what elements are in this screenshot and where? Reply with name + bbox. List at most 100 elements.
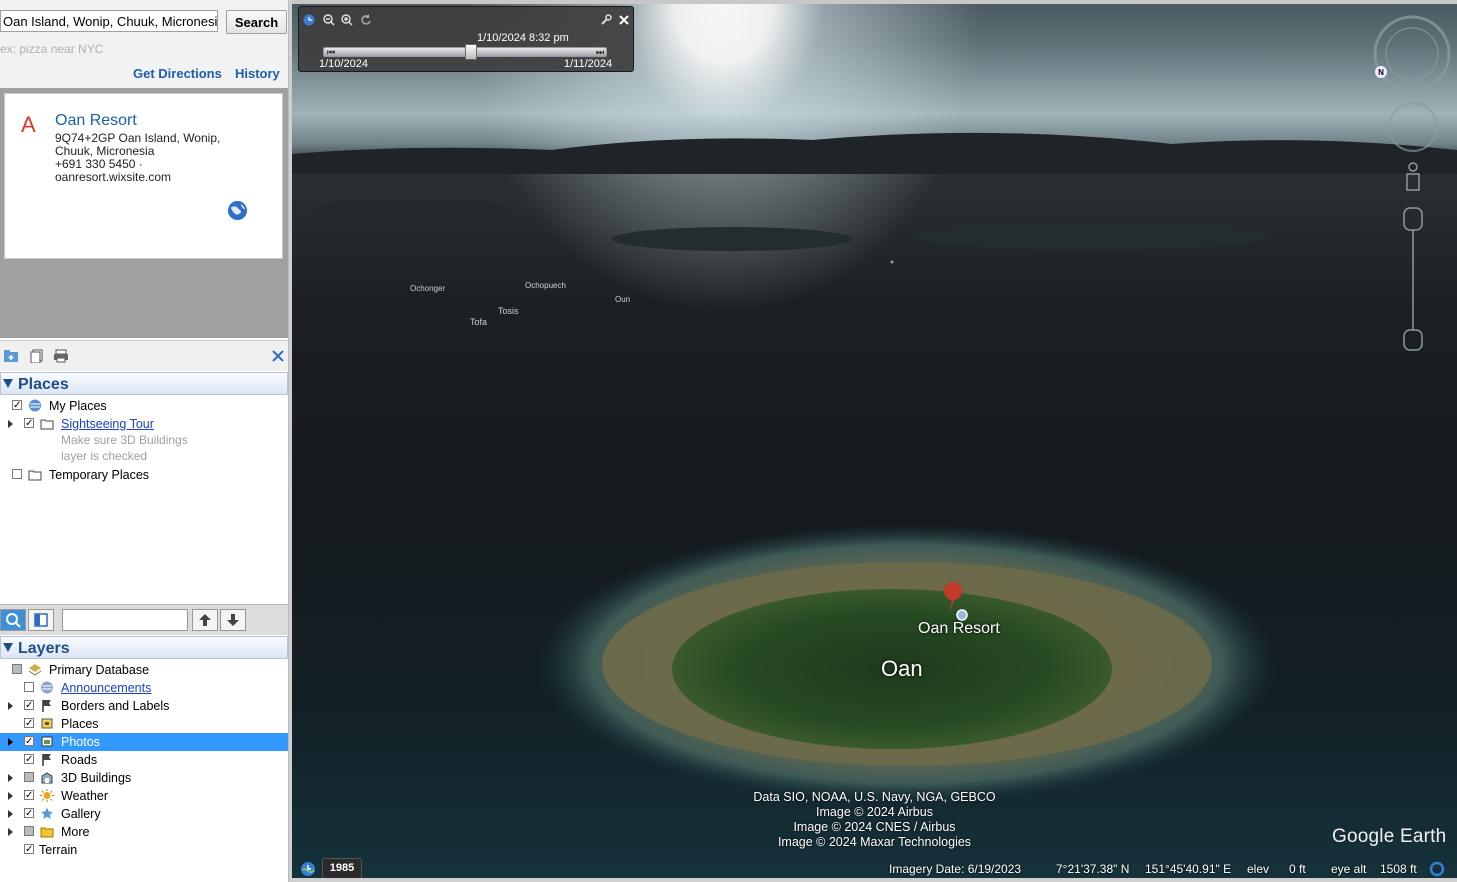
- move-down-button[interactable]: [220, 609, 246, 631]
- expand-arrow-icon[interactable]: [8, 810, 13, 818]
- layer-primary-database[interactable]: Primary Database: [0, 661, 288, 679]
- layer-label: Primary Database: [49, 663, 150, 677]
- map-label-oan-resort[interactable]: Oan Resort: [918, 620, 1000, 638]
- layer-3d-buildings[interactable]: 3D Buildings: [0, 769, 288, 787]
- map-label-oan[interactable]: Oan: [881, 656, 923, 682]
- tree-item-sightseeing-tour[interactable]: ✓ Sightseeing Tour: [0, 415, 288, 433]
- checkbox[interactable]: ✓: [24, 844, 34, 855]
- map-label-ochonger[interactable]: Ochonger: [410, 284, 445, 293]
- pegman-icon[interactable]: [1406, 162, 1420, 191]
- attribution-line: Data SIO, NOAA, U.S. Navy, NGA, GEBCO: [753, 790, 996, 804]
- panel-toggle-button[interactable]: [28, 609, 54, 631]
- map-label-tosis[interactable]: Tosis: [498, 306, 519, 316]
- skip-end-icon[interactable]: ⏭: [596, 47, 604, 58]
- zoom-slider[interactable]: [1403, 207, 1423, 351]
- checkbox[interactable]: [24, 772, 34, 782]
- globe-icon[interactable]: [227, 200, 248, 221]
- arrow-up-icon: [199, 614, 211, 626]
- places-header[interactable]: Places: [0, 372, 288, 395]
- expand-arrow-icon[interactable]: [8, 738, 13, 746]
- compass-ring[interactable]: [1373, 15, 1451, 93]
- places-search-input[interactable]: [62, 609, 188, 631]
- expand-arrow-icon[interactable]: [8, 828, 13, 836]
- result-details: 9Q74+2GP Oan Island, Wonip, Chuuk, Micro…: [55, 132, 220, 184]
- attribution: Data SIO, NOAA, U.S. Navy, NGA, GEBCO Im…: [292, 790, 1457, 850]
- replay-icon[interactable]: [360, 14, 372, 26]
- add-folder-icon[interactable]: [3, 349, 19, 363]
- historical-imagery-icon[interactable]: [300, 861, 316, 877]
- result-website[interactable]: oanresort.wixsite.com: [55, 171, 220, 184]
- layer-more[interactable]: More: [0, 823, 288, 841]
- layer-terrain[interactable]: ✓ Terrain: [0, 841, 288, 859]
- layer-weather[interactable]: ✓ Weather: [0, 787, 288, 805]
- building-icon: [41, 772, 53, 784]
- layers-header[interactable]: Layers: [0, 636, 288, 659]
- wrench-icon[interactable]: [600, 14, 612, 26]
- search-input[interactable]: Oan Island, Wonip, Chuuk, Micronesia: [0, 10, 218, 32]
- clock-icon[interactable]: [303, 14, 315, 26]
- checkbox[interactable]: ✓: [24, 736, 34, 747]
- checkbox[interactable]: ✓: [24, 754, 34, 765]
- zoom-out-icon[interactable]: [323, 14, 335, 26]
- imagery-date: Imagery Date: 6/19/2023: [889, 862, 1022, 876]
- get-directions-link[interactable]: Get Directions: [133, 66, 222, 81]
- look-joystick[interactable]: [1388, 102, 1438, 152]
- checkbox[interactable]: [24, 682, 34, 692]
- map-label-oun[interactable]: Oun: [615, 295, 630, 304]
- checkbox[interactable]: ✓: [24, 700, 34, 711]
- result-marker: A: [21, 112, 36, 137]
- checkbox[interactable]: [24, 826, 34, 836]
- skip-start-icon[interactable]: ⏮: [327, 47, 335, 58]
- copy-icon[interactable]: [29, 349, 45, 363]
- search-mode-button[interactable]: [0, 609, 26, 631]
- expand-arrow-icon[interactable]: [8, 792, 13, 800]
- eye-alt-value: 1508 ft: [1380, 862, 1417, 876]
- map-label-tofa[interactable]: Tofa: [470, 317, 487, 327]
- collapse-triangle-icon[interactable]: [3, 379, 13, 388]
- checkbox[interactable]: ✓: [12, 400, 22, 411]
- tree-item-my-places[interactable]: ✓ My Places: [0, 397, 288, 415]
- checkbox[interactable]: ✓: [24, 418, 34, 429]
- zoom-in-icon[interactable]: [341, 14, 353, 26]
- expand-arrow-icon[interactable]: [8, 420, 13, 428]
- checkbox[interactable]: ✓: [24, 718, 34, 729]
- collapse-triangle-icon[interactable]: [3, 643, 13, 652]
- checkbox[interactable]: ✓: [24, 790, 34, 801]
- places-search-bar: [0, 604, 290, 635]
- hint-line2: layer is checked: [61, 449, 148, 463]
- close-icon[interactable]: [270, 349, 286, 363]
- print-icon[interactable]: [53, 349, 69, 363]
- map-label-ochopuech[interactable]: Ochopuech: [525, 281, 566, 290]
- road-sign-icon: [42, 754, 51, 766]
- expand-arrow-icon[interactable]: [8, 702, 13, 710]
- time-current: 1/10/2024 8:32 pm: [477, 32, 569, 44]
- layer-photos[interactable]: ✓ Photos: [0, 733, 288, 751]
- checkbox[interactable]: [12, 664, 22, 674]
- checkbox[interactable]: ✓: [24, 808, 34, 819]
- time-thumb[interactable]: [464, 44, 477, 60]
- tree-label: My Places: [49, 399, 107, 413]
- expand-arrow-icon[interactable]: [8, 774, 13, 782]
- earth-3d-view[interactable]: [292, 4, 1457, 878]
- result-title[interactable]: Oan Resort: [55, 112, 137, 130]
- north-indicator-icon[interactable]: N: [1375, 66, 1387, 78]
- checkbox[interactable]: [12, 469, 22, 479]
- history-link[interactable]: History: [235, 66, 280, 81]
- layer-places[interactable]: ✓ Places: [0, 715, 288, 733]
- close-icon[interactable]: [618, 14, 630, 26]
- eye-alt-label: eye alt: [1331, 862, 1367, 876]
- layer-gallery[interactable]: ✓ Gallery: [0, 805, 288, 823]
- tree-label[interactable]: Sightseeing Tour: [61, 415, 154, 433]
- elevation-label: elev: [1247, 862, 1270, 876]
- streaming-indicator-icon: [1429, 861, 1445, 877]
- layer-roads[interactable]: ✓ Roads: [0, 751, 288, 769]
- places-icon: [41, 718, 53, 729]
- layer-borders-labels[interactable]: ✓ Borders and Labels: [0, 697, 288, 715]
- tree-item-temporary-places[interactable]: Temporary Places: [0, 466, 288, 484]
- layer-announcements[interactable]: Announcements: [0, 679, 288, 697]
- historical-year[interactable]: 1985: [322, 858, 362, 879]
- move-up-button[interactable]: [192, 609, 218, 631]
- search-button[interactable]: Search: [226, 10, 287, 34]
- result-card[interactable]: A Oan Resort 9Q74+2GP Oan Island, Wonip,…: [4, 93, 283, 259]
- layer-label[interactable]: Announcements: [61, 679, 151, 697]
